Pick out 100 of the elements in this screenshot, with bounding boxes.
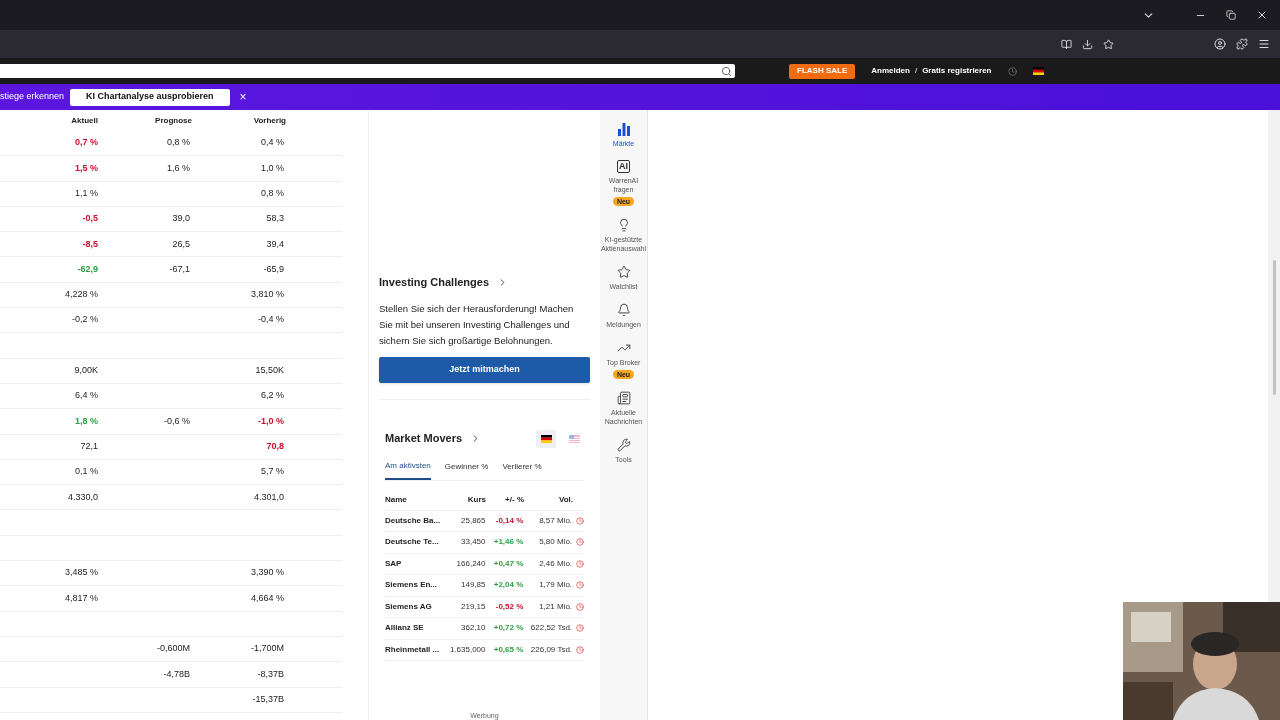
banner-text: stiege erkennen [0, 90, 65, 104]
chart-analysis-button[interactable]: KI Chartanalyse ausprobieren [70, 88, 230, 106]
change-cell: +1,46 % [493, 537, 524, 547]
clock-icon[interactable] [1007, 66, 1017, 76]
star-icon [616, 265, 631, 279]
table-cell: -8,5 [82, 238, 98, 249]
table-cell: 70,8 [266, 440, 284, 451]
table-cell: -0,600M [156, 643, 190, 654]
challenge-description: Stellen Sie sich der Herausforderung! Machen Sie mit bei unseren Investing Challenges und sichern Sie sich großartige Belohnungen. [378, 301, 575, 348]
table-cell: 26,5 [172, 238, 190, 249]
clock-icon[interactable] [576, 581, 584, 590]
table-cell: 6,4 % [75, 390, 98, 401]
clock-icon[interactable] [576, 602, 584, 611]
table-cell: -67,1 [169, 263, 190, 274]
table-cell: 5,7 % [261, 466, 284, 477]
table-cell: -4,78B [163, 668, 190, 679]
change-cell: -0,52 % [495, 601, 524, 611]
newspaper-icon [616, 391, 631, 405]
section-title[interactable]: Market Movers [385, 430, 463, 447]
search-icon[interactable] [721, 65, 732, 77]
account-icon[interactable] [1214, 38, 1226, 50]
download-icon[interactable] [1082, 38, 1093, 50]
volume-cell: 226,09 Tsd. [530, 644, 573, 654]
table-cell: 9,00K [74, 365, 98, 376]
table-cell: 3,810 % [250, 289, 284, 300]
clock-icon[interactable] [576, 538, 584, 547]
change-cell: +0,47 % [493, 558, 524, 568]
close-icon[interactable] [1256, 9, 1268, 21]
wrench-icon [616, 438, 631, 452]
volume-cell: 8,57 Mio. [539, 515, 573, 525]
market-flag-button[interactable] [536, 429, 556, 448]
flag-icon [540, 434, 552, 443]
login-link[interactable]: Anmelden [871, 65, 910, 77]
tab[interactable]: Verlierer % [502, 459, 542, 480]
restore-icon[interactable] [1226, 10, 1236, 20]
table-cell: -0,2 % [72, 314, 98, 325]
table-cell: -0,4 % [258, 314, 284, 325]
change-cell: +0,65 % [493, 644, 524, 654]
volume-cell: 1,79 Mio. [539, 580, 573, 590]
price-cell: 219,15 [461, 601, 486, 611]
table-cell: 4,664 % [250, 592, 284, 603]
stock-name[interactable]: Deutsche Te... [385, 537, 439, 547]
extensions-icon[interactable] [1236, 38, 1248, 50]
column-header: Vorherig [253, 115, 286, 125]
ai-icon: AI [617, 160, 630, 173]
table-cell: -1,0 % [258, 415, 284, 426]
clock-icon[interactable] [576, 516, 584, 525]
search-field[interactable] [0, 64, 735, 78]
table-cell: -65,9 [263, 263, 284, 274]
table-cell: 1,6 % [167, 162, 190, 173]
table-cell: 39,0 [172, 213, 190, 224]
table-cell: 1,1 % [75, 188, 98, 198]
join-button[interactable]: Jetzt mitmachen [379, 356, 590, 383]
table-cell: -62,9 [77, 263, 98, 274]
tab[interactable]: Gewinner % [444, 459, 489, 480]
bookmark-star-icon[interactable] [1103, 38, 1114, 50]
clock-icon[interactable] [576, 624, 584, 633]
volume-cell: 1,21 Mio. [539, 601, 573, 611]
column-header: Aktuell [71, 115, 98, 125]
volume-cell: 622,52 Tsd. [530, 623, 573, 633]
stock-name[interactable]: Deutsche Ba... [385, 515, 441, 525]
reader-icon[interactable] [1061, 38, 1072, 50]
stock-name[interactable]: SAP [385, 558, 402, 568]
table-cell: -0,5 [82, 213, 98, 224]
table-cell: 58,3 [266, 213, 284, 224]
table-cell: 15,50K [255, 365, 284, 376]
column-header: Kurs [467, 495, 486, 504]
table-cell: 4,228 % [64, 289, 98, 300]
column-header: Vol. [558, 495, 573, 504]
change-cell: +0,72 % [493, 623, 524, 633]
volume-cell: 2,46 Mio. [539, 558, 573, 568]
table-cell: 39,4 [266, 238, 284, 249]
bell-icon [616, 303, 631, 317]
stock-name[interactable]: Siemens En... [385, 580, 438, 590]
scrollbar[interactable] [1268, 110, 1280, 602]
section-title[interactable]: Investing Challenges [379, 274, 490, 291]
table-cell: 6,2 % [261, 390, 284, 401]
table-cell: 0,4 % [261, 137, 284, 148]
close-button[interactable]: × [239, 91, 247, 103]
clock-icon[interactable] [576, 559, 584, 568]
column-header: Name [385, 495, 407, 504]
table-cell: -15,37B [252, 693, 284, 704]
menu-icon[interactable] [1258, 38, 1270, 50]
tab[interactable]: Am aktivsten [385, 459, 431, 480]
clock-icon[interactable] [576, 645, 584, 654]
separator-text: / [914, 65, 918, 77]
column-header: Prognose [155, 115, 192, 125]
table-cell: 3,485 % [64, 567, 98, 578]
stock-name[interactable]: Rheinmetall ... [385, 644, 440, 654]
table-cell: 1,5 % [75, 162, 98, 173]
stock-name[interactable]: Siemens AG [385, 601, 432, 611]
price-cell: 362,10 [461, 623, 486, 633]
register-link[interactable]: Gratis registrieren [922, 65, 992, 77]
bar-chart-icon [616, 122, 631, 136]
table-cell: 0,8 % [261, 188, 284, 198]
table-cell: 4.301,0 [253, 491, 284, 502]
price-cell: 1.635,000 [449, 644, 486, 654]
stock-name[interactable]: Allianz SE [385, 623, 424, 633]
change-cell: +2,04 % [493, 580, 524, 590]
price-cell: 25,865 [461, 515, 486, 525]
